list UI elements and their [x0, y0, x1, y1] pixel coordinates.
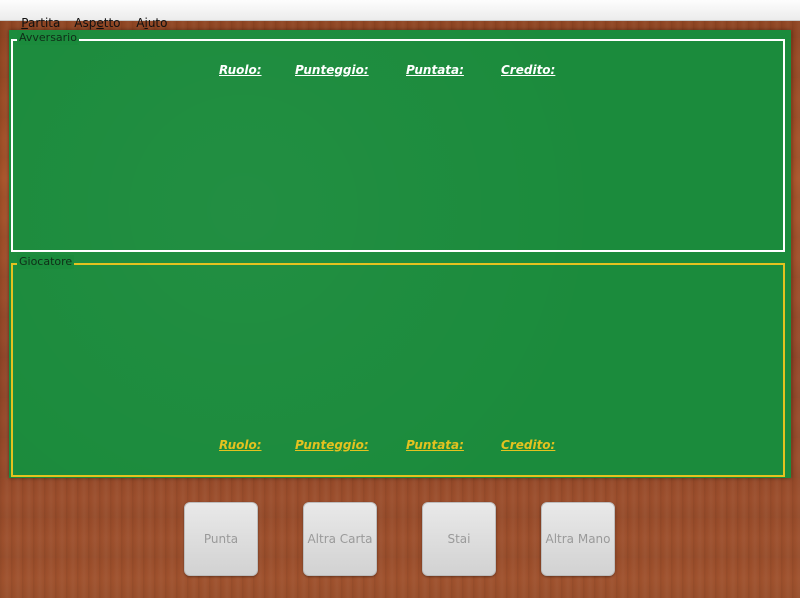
menu-partita-mnemonic: P	[21, 16, 28, 30]
player-panel: Giocatore Ruolo: Punteggio: Puntata: Cre…	[11, 255, 785, 477]
opponent-credito-label: Credito:	[501, 63, 556, 77]
player-panel-title: Giocatore	[17, 255, 75, 269]
altra-carta-button[interactable]: Altra Carta	[303, 502, 377, 576]
menu-partita-label: artita	[27, 16, 61, 30]
altra-mano-button[interactable]: Altra Mano	[541, 502, 615, 576]
game-table: Avversario Ruolo: Punteggio: Puntata: Cr…	[9, 30, 791, 478]
opponent-ruolo-label: Ruolo:	[219, 63, 262, 77]
opponent-panel: Avversario Ruolo: Punteggio: Puntata: Cr…	[11, 31, 785, 252]
player-punteggio-label: Punteggio:	[295, 438, 369, 452]
stai-button[interactable]: Stai	[422, 502, 496, 576]
menu-aspetto-mnemonic: e	[96, 16, 104, 30]
player-puntata-label: Puntata:	[406, 438, 464, 452]
menu-aspetto-label-post: tto	[103, 16, 121, 30]
opponent-puntata-label: Puntata:	[406, 63, 464, 77]
opponent-punteggio-label: Punteggio:	[295, 63, 369, 77]
menu-aiuto-label-post: uto	[147, 16, 168, 30]
menu-aspetto-label-pre: Asp	[74, 16, 97, 30]
menu-bar: Partita Aspetto Aiuto	[0, 0, 800, 30]
player-credito-label: Credito:	[501, 438, 556, 452]
player-ruolo-label: Ruolo:	[219, 438, 262, 452]
opponent-panel-title: Avversario	[17, 31, 79, 45]
punta-button[interactable]: Punta	[184, 502, 258, 576]
